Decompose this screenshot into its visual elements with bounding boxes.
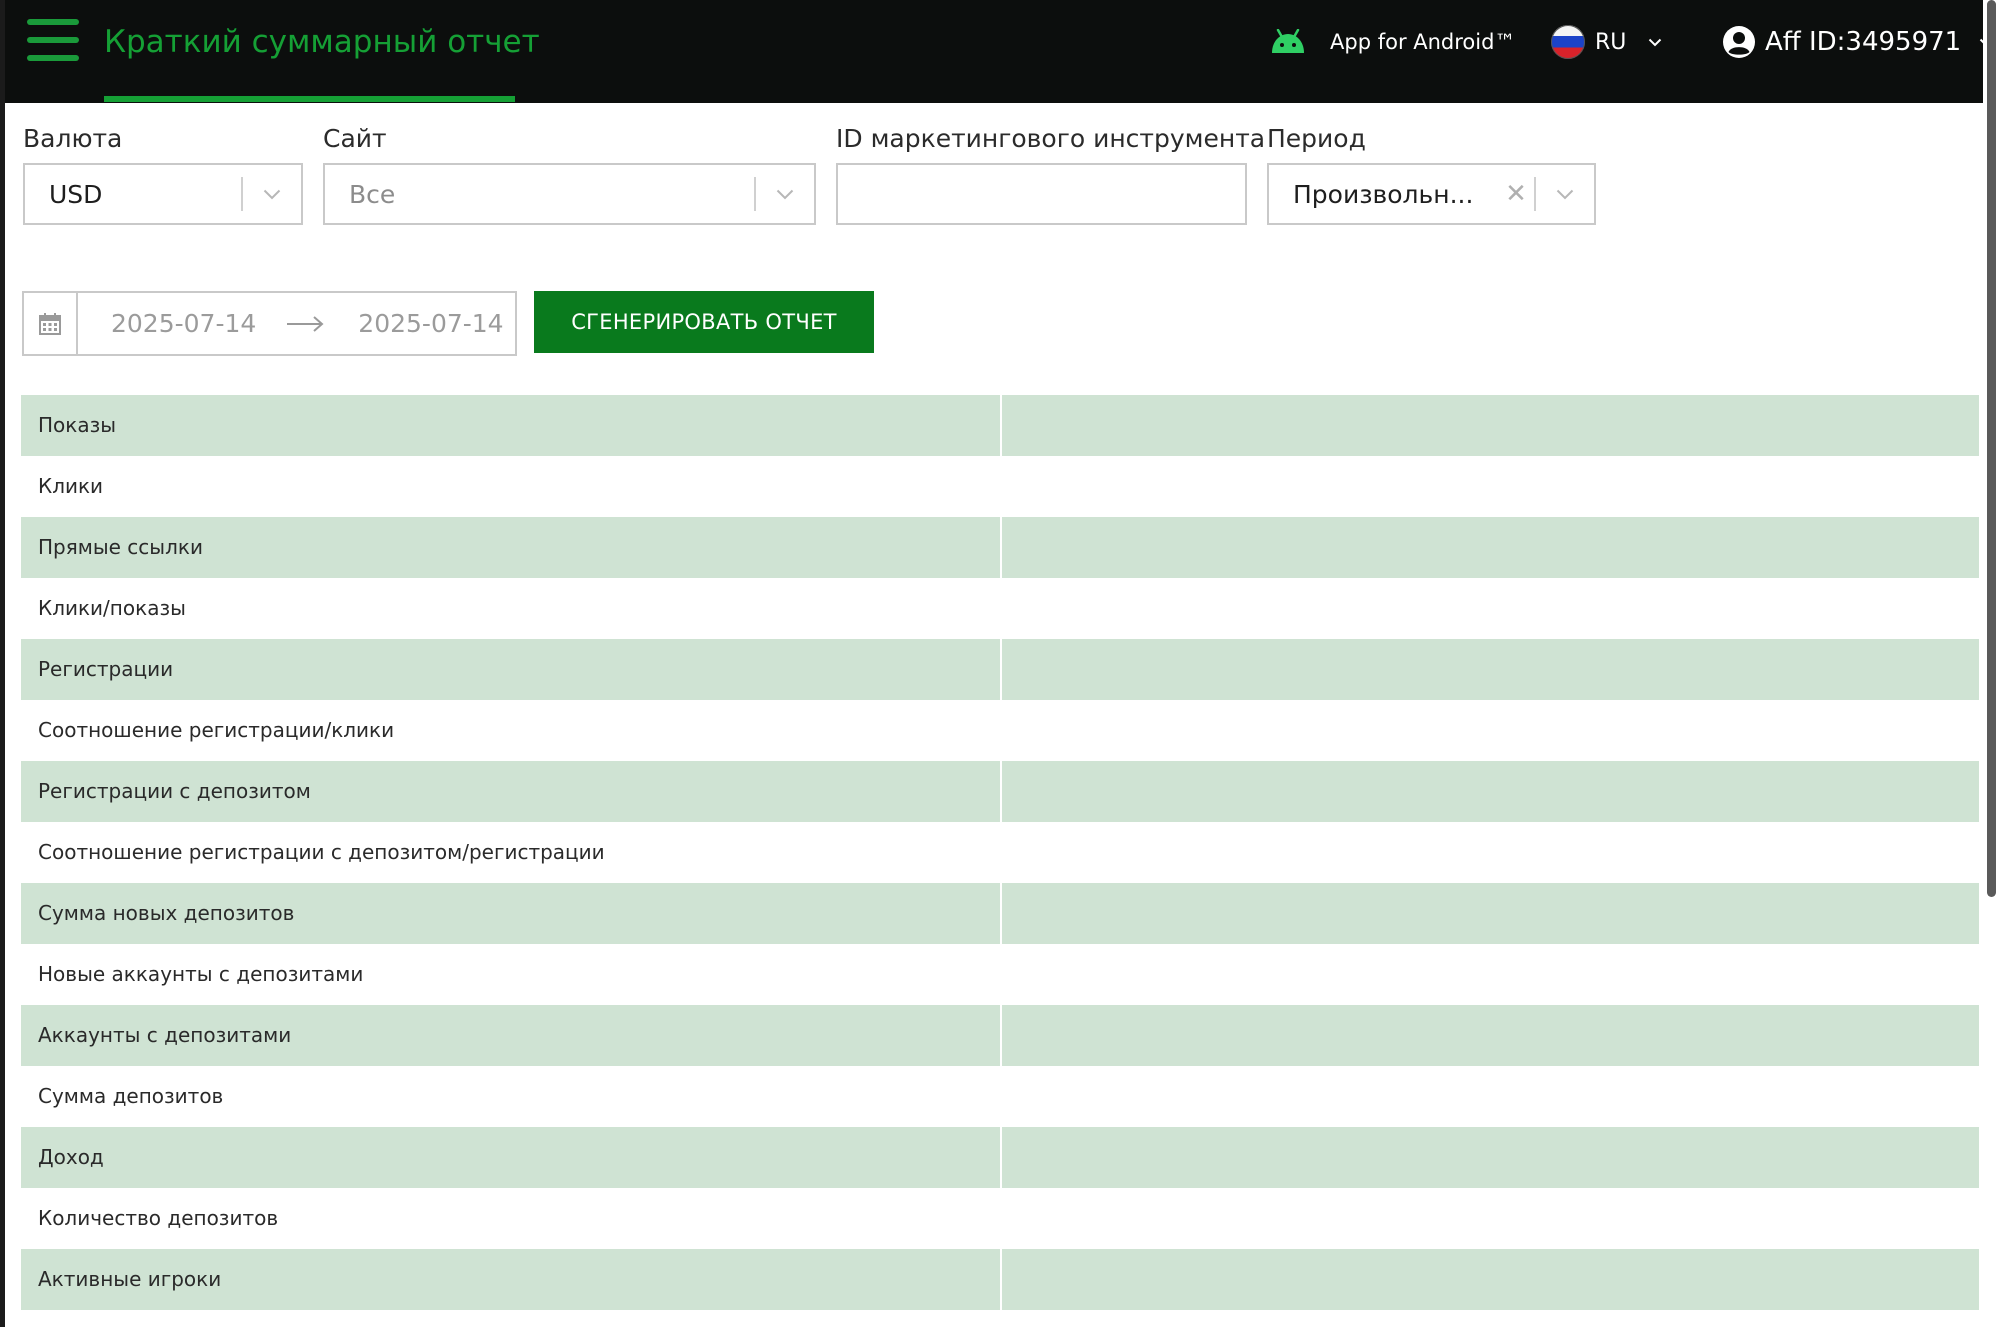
marketing-id-input[interactable] <box>836 163 1247 225</box>
table-row: Регистрации с депозитом <box>21 761 1979 822</box>
row-value <box>1000 1066 1979 1127</box>
calendar-icon <box>39 312 61 335</box>
chevron-down-icon <box>1556 189 1574 199</box>
table-row: Клики <box>21 456 1979 517</box>
scrollbar-thumb[interactable] <box>1987 0 1996 897</box>
row-value <box>1000 395 1979 456</box>
row-value <box>1000 944 1979 1005</box>
currency-select[interactable]: USD <box>23 163 303 225</box>
row-label: Регистрации с депозитом <box>21 761 1000 822</box>
scrollbar[interactable] <box>1983 0 1999 1327</box>
period-value: Произвольн... <box>1293 179 1474 209</box>
table-row: Активные игроки <box>21 1249 1979 1310</box>
row-value <box>1000 517 1979 578</box>
user-menu[interactable]: Aff ID:3495971 <box>1722 20 1993 64</box>
affiliate-id-label: Aff ID:3495971 <box>1765 27 1962 57</box>
row-value <box>1000 822 1979 883</box>
row-label: Соотношение регистрации/клики <box>38 718 395 742</box>
row-value <box>1000 456 1979 517</box>
date-range-picker[interactable]: 2025-07-14 2025-07-14 <box>22 291 517 356</box>
table-row: Новые аккаунты с депозитами <box>21 944 1979 1005</box>
android-app-label: App for Android™ <box>1330 30 1516 54</box>
site-select[interactable]: Все <box>323 163 816 225</box>
chevron-down-icon <box>776 189 794 199</box>
row-label: Аккаунты с депозитами <box>21 1005 1000 1066</box>
row-label: Клики/показы <box>38 596 186 620</box>
row-value <box>1000 1188 1979 1249</box>
row-label: Соотношение регистрации с депозитом/реги… <box>38 840 605 864</box>
table-row: Сумма новых депозитов <box>21 883 1979 944</box>
row-label: Показы <box>21 395 1000 456</box>
row-label: Новые аккаунты с депозитами <box>38 962 364 986</box>
android-icon <box>1272 29 1304 53</box>
table-row: Доход <box>21 1127 1979 1188</box>
hamburger-menu-icon[interactable] <box>27 19 79 61</box>
row-label: Сумма депозитов <box>38 1084 224 1108</box>
date-to-input[interactable]: 2025-07-14 <box>358 309 503 338</box>
clear-icon[interactable]: ✕ <box>1498 179 1534 209</box>
table-row: Аккаунты с депозитами <box>21 1005 1979 1066</box>
table-row: Показы <box>21 395 1979 456</box>
top-bar: Краткий суммарный отчет App for Android™… <box>0 0 1999 103</box>
table-row: Прямые ссылки <box>21 517 1979 578</box>
android-app-link[interactable]: App for Android™ <box>1268 22 1515 62</box>
row-label: Клики <box>38 474 104 498</box>
period-select[interactable]: Произвольн... ✕ <box>1267 163 1596 225</box>
row-label: Количество депозитов <box>38 1206 279 1230</box>
row-label: Прямые ссылки <box>21 517 1000 578</box>
row-value <box>1000 1127 1979 1188</box>
language-label: RU <box>1595 29 1627 55</box>
table-row: Соотношение регистрации/клики <box>21 700 1979 761</box>
row-label: Сумма новых депозитов <box>21 883 1000 944</box>
summary-report-table: Показы Клики Прямые ссылки Клики/показы Реги… <box>21 395 1979 1310</box>
currency-label: Валюта <box>23 124 123 153</box>
period-label: Период <box>1267 124 1366 153</box>
table-row: Количество депозитов <box>21 1188 1979 1249</box>
table-row: Клики/показы <box>21 578 1979 639</box>
row-value <box>1000 700 1979 761</box>
site-label: Сайт <box>323 124 387 153</box>
page: Краткий суммарный отчет App for Android™… <box>0 0 1999 1327</box>
site-value: Все <box>349 179 396 209</box>
row-value <box>1000 1249 1979 1310</box>
russia-flag-icon <box>1551 25 1585 59</box>
currency-value: USD <box>49 179 103 209</box>
row-label: Активные игроки <box>21 1249 1000 1310</box>
table-row: Соотношение регистрации с депозитом/реги… <box>21 822 1979 883</box>
row-value <box>1000 761 1979 822</box>
user-avatar-icon <box>1723 26 1755 58</box>
page-title: Краткий суммарный отчет <box>104 24 540 60</box>
language-selector[interactable]: RU <box>1551 22 1662 62</box>
row-label: Регистрации <box>21 639 1000 700</box>
arrow-right-icon <box>287 315 324 332</box>
row-value <box>1000 883 1979 944</box>
row-label: Доход <box>21 1127 1000 1188</box>
chevron-down-icon <box>1649 38 1662 46</box>
table-row: Регистрации <box>21 639 1979 700</box>
row-value <box>1000 578 1979 639</box>
left-edge <box>0 0 5 1327</box>
title-underline <box>104 96 515 102</box>
marketing-id-label: ID маркетингового инструмента <box>836 124 1266 153</box>
date-from-input[interactable]: 2025-07-14 <box>111 309 256 338</box>
table-row: Сумма депозитов <box>21 1066 1979 1127</box>
calendar-button[interactable] <box>24 293 78 354</box>
generate-report-button[interactable]: СГЕНЕРИРОВАТЬ ОТЧЕТ <box>534 291 874 353</box>
chevron-down-icon <box>263 189 281 199</box>
row-value <box>1000 1005 1979 1066</box>
row-value <box>1000 639 1979 700</box>
